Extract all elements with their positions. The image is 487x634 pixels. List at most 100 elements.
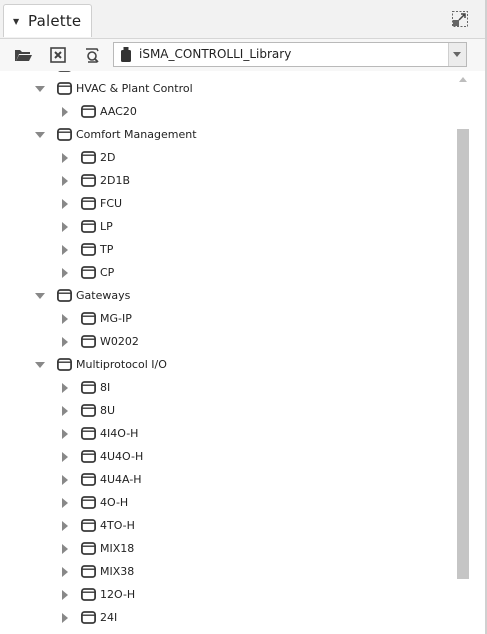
folder-icon: [81, 496, 96, 509]
expanded-arrow-icon[interactable]: [35, 84, 45, 94]
collapsed-arrow-icon[interactable]: [60, 498, 70, 508]
folder-icon: [81, 450, 96, 463]
folder-icon: [81, 312, 96, 325]
tree-node-label: 24I: [100, 611, 118, 624]
collapsed-arrow-icon[interactable]: [60, 199, 70, 209]
palette-panel: ▼ Palette iSMA_CONTROLLI_Library HVAC & …: [0, 0, 485, 634]
tree-node-label: HVAC & Plant Control: [76, 82, 193, 95]
collapsed-arrow-icon[interactable]: [60, 429, 70, 439]
tree-node-label: 4TO-H: [100, 519, 135, 532]
folder-icon: [81, 519, 96, 532]
folder-icon: [81, 381, 96, 394]
collapsed-arrow-icon[interactable]: [60, 521, 70, 531]
tree-node-category[interactable]: HVAC & Plant Control: [0, 78, 455, 101]
tree-node-category[interactable]: [0, 71, 455, 78]
search-refresh-icon[interactable]: [82, 45, 102, 65]
folder-icon: [81, 473, 96, 486]
tree-node-label: 12O-H: [100, 588, 136, 601]
tree-node-item[interactable]: 4O-H: [0, 492, 455, 515]
expanded-arrow-icon[interactable]: [35, 360, 45, 370]
palette-toolbar: iSMA_CONTROLLI_Library: [0, 39, 485, 71]
folder-icon: [81, 404, 96, 417]
tree-node-label: 8I: [100, 381, 111, 394]
tree-node-label: AAC20: [100, 105, 137, 118]
tree-node-item[interactable]: 4U4O-H: [0, 446, 455, 469]
tree-node-label: 4U4A-H: [100, 473, 142, 486]
expanded-arrow-icon[interactable]: [35, 291, 45, 301]
collapsed-arrow-icon[interactable]: [60, 475, 70, 485]
tree-node-item[interactable]: MIX38: [0, 561, 455, 584]
tree-node-item[interactable]: 8I: [0, 377, 455, 400]
tree-node-label: CP: [100, 266, 115, 279]
tree-node-label: FCU: [100, 197, 123, 210]
tree-node-label: 2D1B: [100, 174, 131, 187]
folder-icon: [81, 427, 96, 440]
tree-node-label: 8U: [100, 404, 116, 417]
tree-node-item[interactable]: 4U4A-H: [0, 469, 455, 492]
tree-node-item[interactable]: MG-IP: [0, 308, 455, 331]
tree-node-category[interactable]: Comfort Management: [0, 124, 455, 147]
tree-node-item[interactable]: LP: [0, 216, 455, 239]
tree-node-item[interactable]: MIX18: [0, 538, 455, 561]
tree-node-category[interactable]: Gateways: [0, 285, 455, 308]
collapsed-arrow-icon[interactable]: [60, 176, 70, 186]
tree-node-item[interactable]: W0202: [0, 331, 455, 354]
tree-node-label: 2D: [100, 151, 116, 164]
folder-icon: [57, 128, 72, 141]
tree-node-item[interactable]: FCU: [0, 193, 455, 216]
collapsed-arrow-icon[interactable]: [60, 452, 70, 462]
collapsed-arrow-icon[interactable]: [60, 590, 70, 600]
tree-node-item[interactable]: 12O-H: [0, 584, 455, 607]
tab-palette[interactable]: ▼ Palette: [3, 4, 92, 37]
palette-tree: HVAC & Plant Control AAC20 Comfort Managem…: [0, 71, 455, 634]
tree-node-label: 4U4O-H: [100, 450, 144, 463]
tree-node-item[interactable]: AAC20: [0, 101, 455, 124]
folder-icon: [57, 358, 72, 371]
tree-node-item[interactable]: 24I: [0, 607, 455, 630]
caret-down-icon[interactable]: ▼: [13, 17, 19, 26]
library-select-arrow[interactable]: [448, 43, 466, 66]
library-select[interactable]: iSMA_CONTROLLI_Library: [113, 42, 467, 67]
folder-icon: [81, 105, 96, 118]
folder-open-icon[interactable]: [13, 45, 33, 65]
collapsed-arrow-icon[interactable]: [60, 544, 70, 554]
folder-icon: [81, 243, 96, 256]
collapsed-arrow-icon[interactable]: [60, 107, 70, 117]
tree-node-label: 4I4O-H: [100, 427, 139, 440]
collapsed-arrow-icon[interactable]: [60, 245, 70, 255]
scrollbar-thumb[interactable]: [457, 129, 469, 579]
tree-node-label: MIX38: [100, 565, 135, 578]
maximize-icon[interactable]: [452, 11, 468, 27]
folder-icon: [81, 197, 96, 210]
folder-icon: [81, 335, 96, 348]
tree-node-item[interactable]: 2D: [0, 147, 455, 170]
expanded-arrow-icon[interactable]: [35, 130, 45, 140]
folder-icon: [81, 588, 96, 601]
collapsed-arrow-icon[interactable]: [60, 613, 70, 623]
collapsed-arrow-icon[interactable]: [60, 383, 70, 393]
folder-icon: [81, 611, 96, 624]
tree-node-label: 4O-H: [100, 496, 129, 509]
tree-node-item[interactable]: TP: [0, 239, 455, 262]
tab-title: Palette: [28, 12, 82, 30]
tree-node-item[interactable]: 4I4O-H: [0, 423, 455, 446]
collapsed-arrow-icon[interactable]: [60, 567, 70, 577]
tree-node-category[interactable]: Multiprotocol I/O: [0, 354, 455, 377]
collapsed-arrow-icon[interactable]: [60, 222, 70, 232]
collapsed-arrow-icon[interactable]: [60, 314, 70, 324]
tree-node-label: Multiprotocol I/O: [76, 358, 167, 371]
tree-node-item[interactable]: 2D1B: [0, 170, 455, 193]
collapsed-arrow-icon[interactable]: [60, 153, 70, 163]
tree-node-label: Gateways: [76, 289, 131, 302]
tree-node-label: MIX18: [100, 542, 135, 555]
collapsed-arrow-icon[interactable]: [60, 268, 70, 278]
close-box-icon[interactable]: [48, 45, 68, 65]
collapsed-arrow-icon[interactable]: [60, 406, 70, 416]
tree-node-item[interactable]: 4TO-H: [0, 515, 455, 538]
collapsed-arrow-icon[interactable]: [60, 337, 70, 347]
scroll-up-arrow[interactable]: [459, 76, 467, 84]
tree-node-item[interactable]: CP: [0, 262, 455, 285]
folder-icon: [81, 542, 96, 555]
folder-icon: [57, 289, 72, 302]
tree-node-item[interactable]: 8U: [0, 400, 455, 423]
